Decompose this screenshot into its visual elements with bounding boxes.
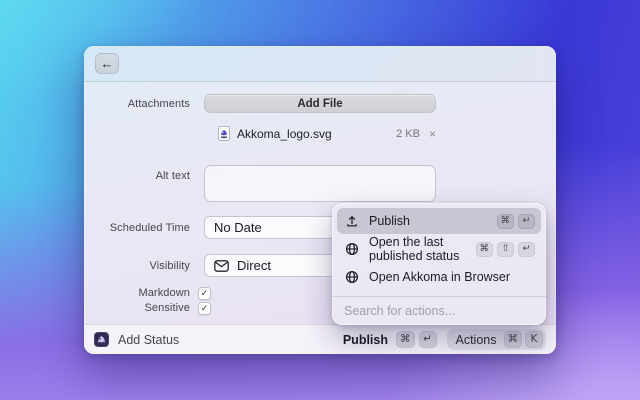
upload-icon (347, 216, 357, 227)
popup-item-open-browser[interactable]: Open Akkoma in Browser (337, 264, 541, 290)
remove-file-icon[interactable]: × (429, 128, 436, 140)
globe-icon (345, 270, 359, 284)
actions-popup: Publish ⌘ ↵ Open the last published stat… (332, 203, 546, 325)
keycap-command: ⌘ (475, 241, 493, 257)
desktop-background: ← Attachments Add File Akkoma_logo.svg 2… (0, 0, 640, 400)
keycap-return: ↵ (518, 241, 535, 257)
publish-button[interactable]: Publish ⌘ ↵ (343, 331, 437, 348)
alt-text-label: Alt text (155, 170, 190, 182)
globe-icon (345, 242, 359, 256)
titlebar: ← (84, 46, 556, 82)
checkmark-icon: ✓ (200, 287, 209, 298)
markdown-checkbox[interactable]: ✓ (198, 286, 211, 300)
keycap-return: ↵ (518, 213, 535, 229)
back-button[interactable]: ← (95, 53, 119, 74)
scheduled-time-label: Scheduled Time (109, 221, 190, 234)
keycap-command: ⌘ (396, 331, 415, 348)
envelope-icon (214, 259, 229, 272)
keycap-command: ⌘ (496, 213, 514, 229)
visibility-label: Visibility (149, 259, 190, 272)
popup-item-label: Open the last published status (369, 235, 460, 263)
attachments-label: Attachments (127, 97, 190, 110)
checkmark-icon: ✓ (200, 302, 209, 313)
popup-item-open-last-status[interactable]: Open the last published status ⌘ ⇧ ↵ (337, 235, 541, 263)
alt-text-input[interactable] (204, 165, 436, 202)
add-file-button[interactable]: Add File (204, 94, 436, 113)
footer: Add Status Publish ⌘ ↵ Actions ⌘ K (84, 324, 556, 354)
search-input[interactable] (344, 304, 534, 318)
popup-item-publish[interactable]: Publish ⌘ ↵ (337, 208, 541, 234)
popup-item-label: Publish (369, 214, 410, 228)
markdown-label: Markdown (138, 287, 190, 299)
akkoma-app-icon (94, 332, 109, 347)
file-size: 2 KB (396, 127, 420, 140)
file-icon (218, 126, 230, 141)
keycap-return: ↵ (418, 331, 437, 348)
attachments-row: Attachments Add File (84, 94, 556, 113)
sensitive-checkbox[interactable]: ✓ (198, 301, 211, 315)
file-name: Akkoma_logo.svg (237, 126, 332, 141)
keycap-command: ⌘ (503, 331, 522, 348)
keycap-k: K (525, 331, 543, 348)
back-arrow-icon: ← (100, 56, 114, 71)
attachment-item: Akkoma_logo.svg 2 KB × (84, 125, 556, 142)
add-status-label: Add Status (118, 332, 180, 347)
popup-item-label: Open Akkoma in Browser (369, 270, 511, 284)
alt-text-row: Alt text (84, 165, 556, 202)
actions-button[interactable]: Actions ⌘ K (446, 329, 546, 350)
sensitive-label: Sensitive (144, 302, 190, 314)
keycap-shift: ⇧ (497, 241, 514, 257)
